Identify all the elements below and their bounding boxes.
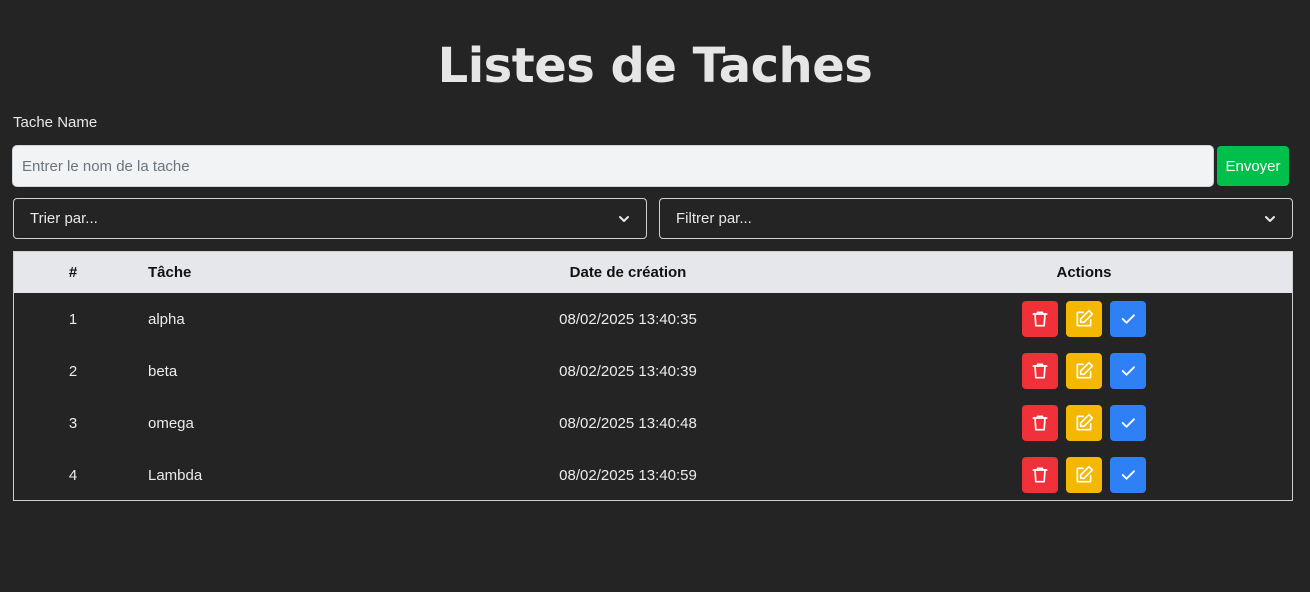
tasks-table: # Tâche Date de création Actions 1 alpha… (13, 251, 1293, 501)
sort-select[interactable]: Trier par... (13, 198, 647, 239)
header-date: Date de création (569, 264, 687, 281)
row-date: 08/02/2025 13:40:48 (559, 414, 697, 432)
trash-icon (1032, 311, 1048, 327)
delete-button[interactable] (1022, 457, 1058, 493)
row-task-name: omega (148, 414, 194, 432)
row-task-name: Lambda (148, 466, 203, 484)
complete-button[interactable] (1110, 353, 1146, 389)
delete-button[interactable] (1022, 405, 1058, 441)
complete-button[interactable] (1110, 405, 1146, 441)
table-row: 4 Lambda 08/02/2025 13:40:59 (14, 449, 1292, 501)
delete-button[interactable] (1022, 353, 1058, 389)
task-name-label: Tache Name (13, 114, 98, 131)
edit-icon (1076, 413, 1094, 431)
row-actions (884, 397, 1284, 449)
row-date: 08/02/2025 13:40:35 (559, 310, 697, 328)
row-actions (884, 345, 1284, 397)
edit-button[interactable] (1066, 405, 1102, 441)
edit-icon (1076, 361, 1094, 379)
row-date: 08/02/2025 13:40:59 (559, 466, 697, 484)
header-number: # (68, 264, 78, 281)
header-actions: Actions (1056, 264, 1112, 281)
row-actions (884, 449, 1284, 501)
page-title: Listes de Taches (437, 38, 873, 94)
check-icon (1121, 314, 1135, 324)
edit-icon (1076, 465, 1094, 483)
row-date: 08/02/2025 13:40:39 (559, 362, 697, 380)
delete-button[interactable] (1022, 301, 1058, 337)
complete-button[interactable] (1110, 301, 1146, 337)
chevron-down-icon (1265, 215, 1275, 222)
row-number: 2 (68, 362, 78, 380)
filter-select-value: Filtrer par... (676, 210, 752, 227)
check-icon (1121, 470, 1135, 480)
submit-button[interactable]: Envoyer (1217, 146, 1289, 186)
filter-select[interactable]: Filtrer par... (659, 198, 1293, 239)
check-icon (1121, 366, 1135, 376)
row-number: 4 (68, 466, 78, 484)
task-name-input[interactable] (12, 145, 1214, 187)
check-icon (1121, 418, 1135, 428)
row-task-name: alpha (148, 310, 185, 328)
row-number: 3 (68, 414, 78, 432)
trash-icon (1032, 363, 1048, 379)
table-row: 2 beta 08/02/2025 13:40:39 (14, 345, 1292, 397)
sort-select-value: Trier par... (30, 210, 98, 227)
edit-button[interactable] (1066, 301, 1102, 337)
table-row: 3 omega 08/02/2025 13:40:48 (14, 397, 1292, 449)
chevron-down-icon (619, 215, 629, 222)
header-task: Tâche (148, 264, 192, 281)
trash-icon (1032, 415, 1048, 431)
row-task-name: beta (148, 362, 178, 380)
edit-button[interactable] (1066, 353, 1102, 389)
edit-button[interactable] (1066, 457, 1102, 493)
complete-button[interactable] (1110, 457, 1146, 493)
trash-icon (1032, 467, 1048, 483)
row-actions (884, 293, 1284, 345)
table-row: 1 alpha 08/02/2025 13:40:35 (14, 293, 1292, 345)
table-header: # Tâche Date de création Actions (14, 252, 1292, 293)
edit-icon (1076, 309, 1094, 327)
row-number: 1 (68, 310, 78, 328)
